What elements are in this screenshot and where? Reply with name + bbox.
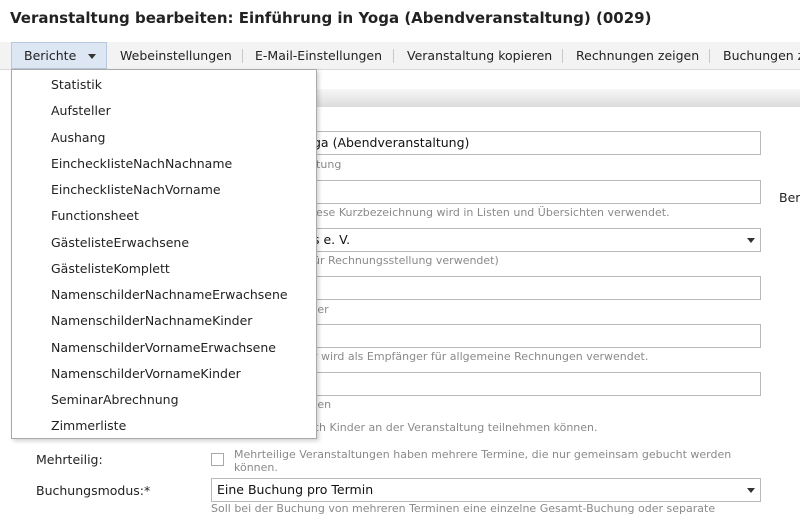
organizer-select[interactable]: s e. V. [280,228,761,252]
menu-item-nametags-lastname-adults[interactable]: NamenschilderNachnameErwachsene [51,287,288,302]
mehrteilig-checkbox[interactable] [211,453,224,466]
menu-item-nametags-firstname-children[interactable]: NamenschilderVornameKinder [51,366,241,381]
buchungsmodus-select[interactable]: Eine Buchung pro Termin [211,478,761,502]
menu-item-nametags-lastname-children[interactable]: NamenschilderNachnameKinder [51,313,252,328]
menu-item-statistik[interactable]: Statistik [51,77,102,92]
toolbar-item-webeinstellungen[interactable]: Webeinstellungen [120,42,232,69]
page-title: Veranstaltung bearbeiten: Einführung in … [10,9,652,27]
menu-item-checkin-by-lastname[interactable]: EincheckIisteNachNachname [51,156,232,171]
mehrteilig-hint-line-1: Mehrteilige Veranstaltungen haben mehrer… [234,448,732,461]
buchungsmodus-hint: Soll bei der Buchung von mehreren Termin… [211,502,716,515]
menu-item-room-list[interactable]: Zimmerliste [51,418,126,433]
toolbar-item-bookings[interactable]: Buchungen z [723,42,800,69]
menu-item-nametags-firstname-adults[interactable]: NamenschilderVornameErwachsene [51,340,276,355]
field-5-input[interactable] [280,324,761,348]
organizer-select-value: s e. V. [313,232,351,247]
reports-dropdown-menu: Statistik Aufsteller Aushang EincheckIis… [11,69,317,439]
field-6-input[interactable] [280,372,761,396]
title-input[interactable]: ga (Abendveranstaltung) [280,131,761,155]
menu-item-guestlist-adults[interactable]: GästelisteErwachsene [51,235,189,250]
toolbar: Berichte Webeinstellungen E-Mail-Einstel… [0,42,800,70]
mehrteilig-label: Mehrteilig: [36,452,103,467]
toolbar-item-show-invoices[interactable]: Rechnungen zeigen [576,42,699,69]
short-name-input[interactable] [280,180,761,204]
organizer-hint: ür Rechnungsstellung verwendet) [313,254,499,267]
title-input-value: ga (Abendveranstaltung) [313,135,470,150]
field-5-hint: r wird als Empfänger für allgemeine Rech… [313,350,649,363]
mehrteilig-hint-line-2: können. [234,461,278,474]
side-label: Ber [779,190,800,205]
field-4-input[interactable] [280,276,761,300]
chevron-down-icon[interactable] [88,54,96,59]
toolbar-separator [562,49,563,63]
toolbar-item-berichte[interactable]: Berichte [24,42,76,69]
toolbar-separator [709,49,710,63]
toolbar-item-email-settings[interactable]: E-Mail-Einstellungen [255,42,382,69]
menu-item-checkin-by-firstname[interactable]: EincheckIisteNachVorname [51,182,221,197]
buchungsmodus-label: Buchungsmodus:* [36,483,151,498]
chevron-down-icon[interactable] [747,238,755,243]
buchungsmodus-select-value: Eine Buchung pro Termin [217,482,374,497]
menu-item-aushang[interactable]: Aushang [51,130,105,145]
toolbar-separator [242,49,243,63]
chevron-down-icon[interactable] [747,488,755,493]
menu-item-seminar-billing[interactable]: SeminarAbrechnung [51,392,179,407]
title-hint: ltung [313,158,342,171]
section-tab-band [317,89,800,107]
children-hint: ch Kinder an der Veranstaltung teilnehme… [313,421,598,434]
menu-item-aufsteller[interactable]: Aufsteller [51,103,111,118]
menu-item-functionsheet[interactable]: Functionsheet [51,208,139,223]
toolbar-item-copy-event[interactable]: Veranstaltung kopieren [407,42,552,69]
toolbar-separator [393,49,394,63]
menu-item-guestlist-complete[interactable]: GästelisteKomplett [51,261,170,276]
short-name-hint: iese Kurzbezeichnung wird in Listen und … [313,206,670,219]
